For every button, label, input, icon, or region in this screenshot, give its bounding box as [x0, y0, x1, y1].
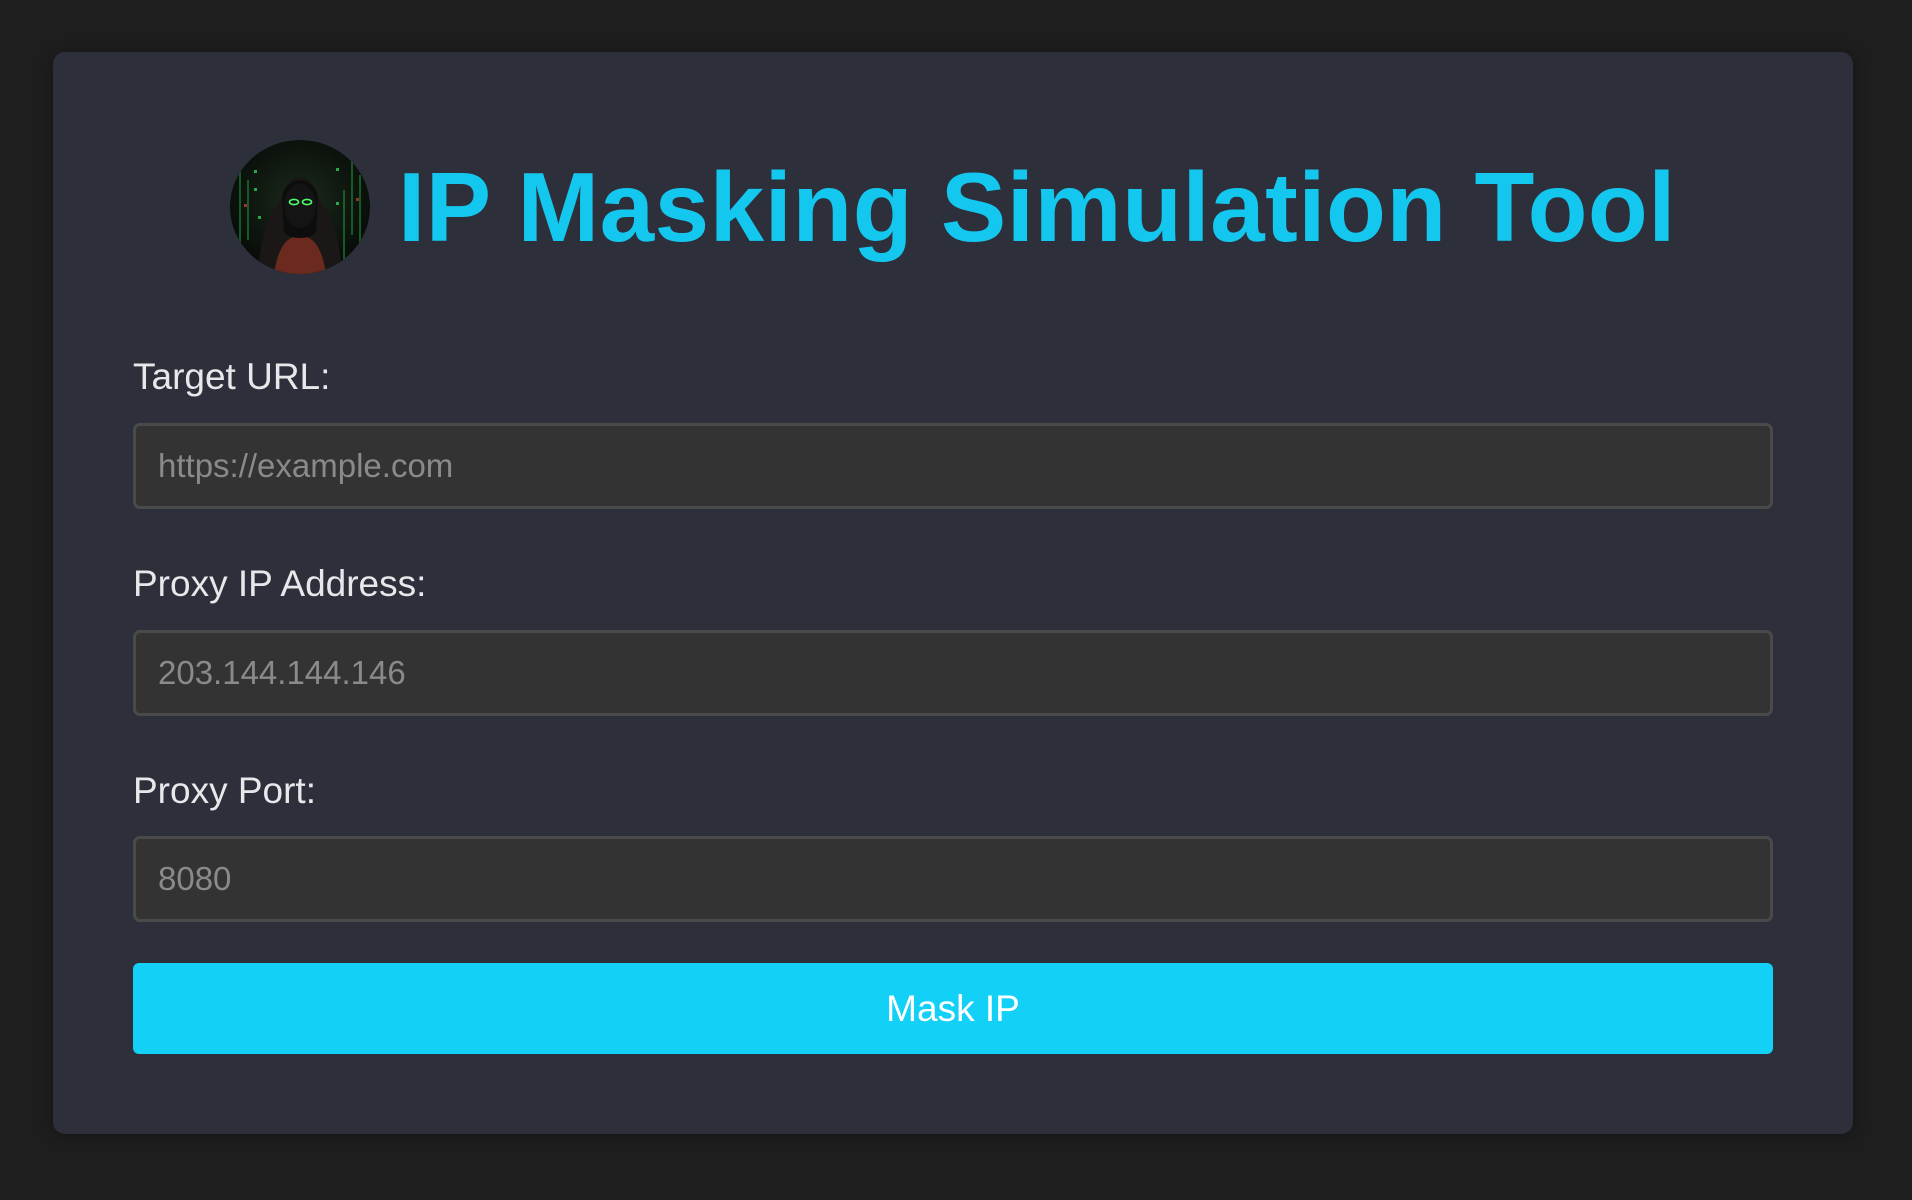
proxy-ip-input[interactable] — [133, 630, 1773, 716]
proxy-port-label: Proxy Port: — [133, 770, 316, 811]
proxy-port-input[interactable] — [133, 836, 1773, 922]
hooded-hacker-avatar-icon — [229, 140, 370, 274]
target-url-input[interactable] — [133, 423, 1773, 509]
header: IP Masking Simulation Tool — [53, 140, 1853, 274]
target-url-label: Target URL: — [133, 356, 331, 397]
page-title: IP Masking Simulation Tool — [397, 152, 1677, 262]
form-card: IP Masking Simulation Tool Target URL: P… — [53, 52, 1853, 1134]
mask-ip-button[interactable]: Mask IP — [133, 963, 1773, 1054]
proxy-ip-label: Proxy IP Address: — [133, 563, 427, 604]
